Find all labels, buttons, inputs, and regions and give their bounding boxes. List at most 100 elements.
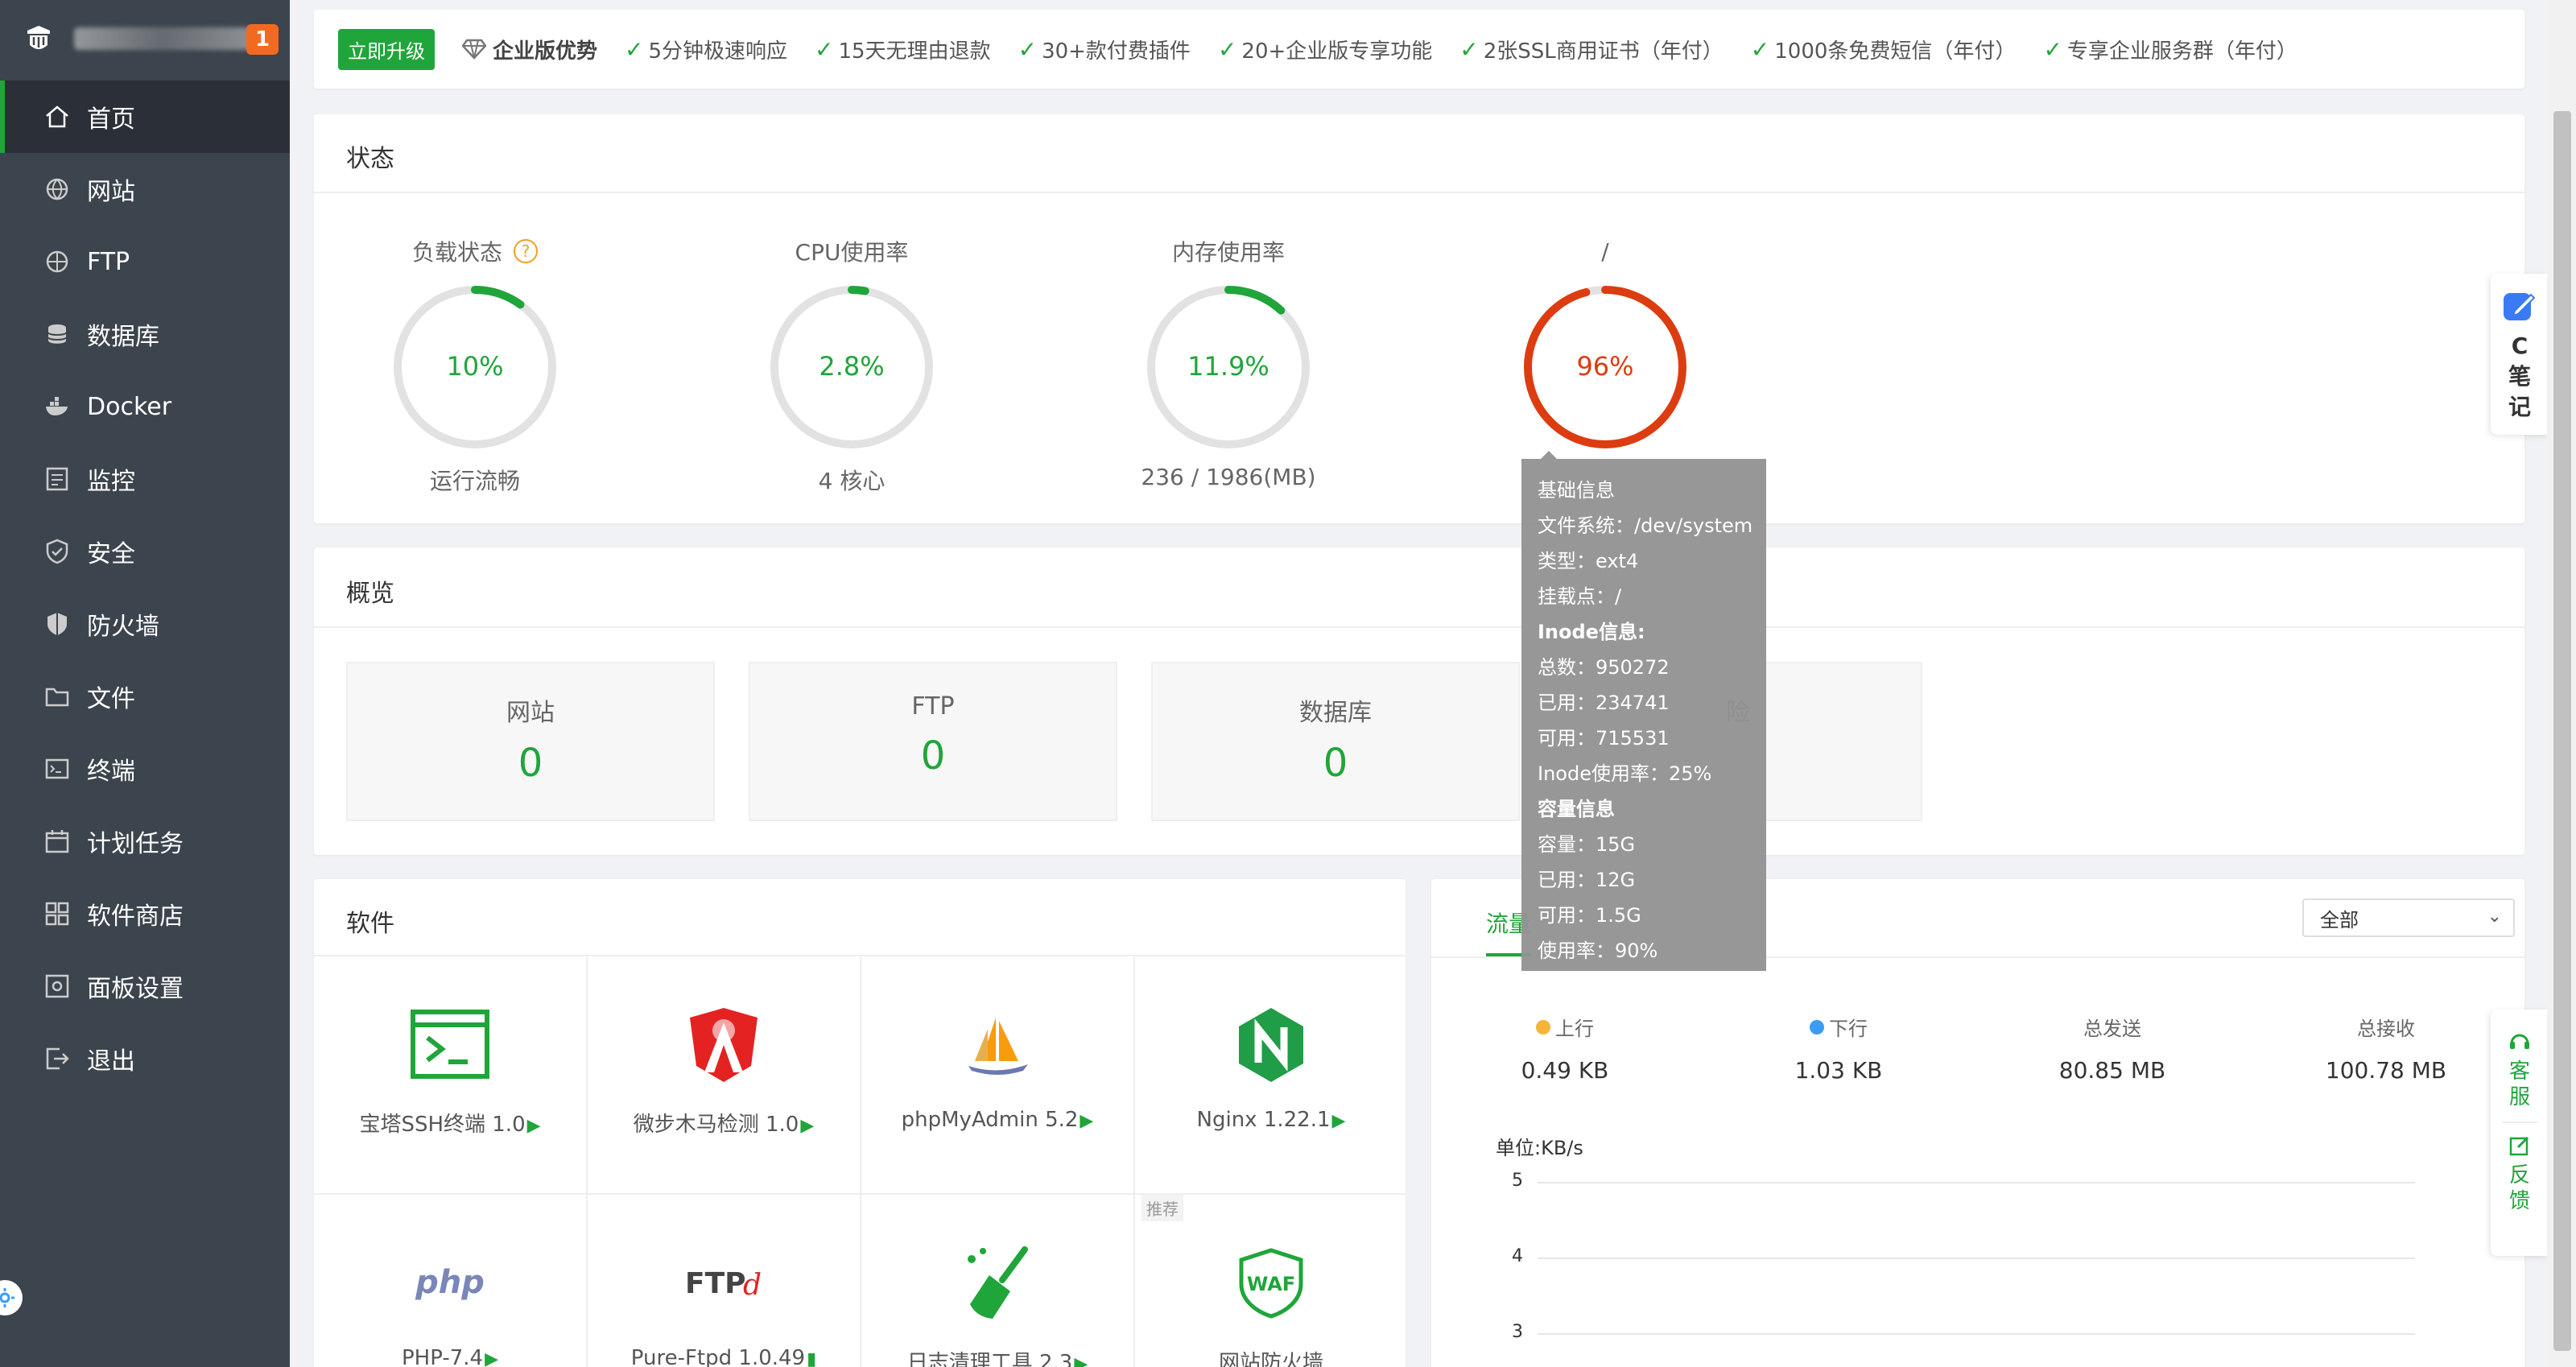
notification-badge[interactable]: 1	[246, 24, 279, 55]
nginx-icon	[1231, 1005, 1311, 1085]
gauge-ring: 10%	[394, 286, 556, 448]
feature-label: 专享企业服务群（年付）	[2066, 39, 2297, 64]
sidebar-item-9[interactable]: 终端	[0, 733, 290, 805]
overview-box[interactable]: FTP 0	[749, 662, 1117, 821]
overview-box[interactable]: 网站 0	[346, 662, 715, 821]
overview-value: 0	[1323, 741, 1348, 786]
sidebar-item-label: 退出	[87, 1047, 135, 1076]
software-item[interactable]: 宝塔SSH终端 1.0▶	[314, 956, 588, 1195]
sidebar-item-4[interactable]: Docker	[0, 370, 290, 443]
sidebar-item-2[interactable]: FTP	[0, 225, 290, 298]
note-label-1: 笔	[2508, 363, 2531, 390]
svg-text:FTP: FTP	[685, 1267, 746, 1300]
software-item[interactable]: FTP d Pure-Ftpd 1.0.49▮	[588, 1195, 861, 1367]
help-icon[interactable]: ?	[514, 239, 538, 263]
customer-service-button[interactable]: 客 服	[2491, 1010, 2549, 1110]
feature-item: ✓ 2张SSL商用证书（年付）	[1459, 35, 1724, 64]
tooltip-line: 容量信息	[1538, 797, 1615, 820]
trojan-detect-icon	[683, 1005, 764, 1085]
sidebar-item-label: 监控	[87, 468, 135, 496]
interface-select[interactable]: 全部 ⌄	[2302, 898, 2515, 937]
gauge-3[interactable]: / 96%	[1484, 235, 1726, 464]
software-name: 网站防火墙	[1218, 1351, 1323, 1367]
gauge-value: 11.9%	[1187, 351, 1269, 382]
sidebar-item-label: Docker	[87, 392, 172, 421]
sidebar-item-11[interactable]: 软件商店	[0, 878, 290, 950]
ftp-icon	[43, 248, 71, 275]
software-item[interactable]: 日志清理工具 2.3▶	[861, 1195, 1135, 1367]
traffic-stat: 总接收 100.78 MB	[2265, 1013, 2507, 1084]
sidebar-item-1[interactable]: 网站	[0, 153, 290, 225]
gauge-0[interactable]: 负载状态? 10% 运行流畅	[354, 235, 596, 496]
play-icon[interactable]: ▶	[1332, 1111, 1346, 1131]
gauge-2[interactable]: 内存使用率 11.9% 236 / 1986(MB)	[1108, 235, 1349, 490]
feature-label: 2张SSL商用证书（年付）	[1483, 39, 1724, 64]
sidebar-item-label: 计划任务	[87, 830, 184, 858]
note-widget[interactable]: C 笔 记	[2491, 274, 2549, 435]
firewall-icon	[43, 610, 71, 638]
software-item[interactable]: Nginx 1.22.1▶	[1135, 956, 1406, 1195]
page-scrollbar[interactable]	[2547, 0, 2576, 1367]
play-icon[interactable]: ▶	[800, 1116, 814, 1136]
sidebar-item-3[interactable]: 数据库	[0, 298, 290, 370]
svg-text:WAF: WAF	[1247, 1273, 1295, 1295]
software-item[interactable]: php PHP-7.4▶	[314, 1195, 588, 1367]
sidebar-item-12[interactable]: 面板设置	[0, 950, 290, 1022]
sidebar-item-10[interactable]: 计划任务	[0, 805, 290, 878]
sidebar-item-label: 网站	[87, 178, 135, 206]
gauge-title: /	[1601, 237, 1609, 265]
sidebar-item-5[interactable]: 监控	[0, 443, 290, 515]
gauge-title: CPU使用率	[795, 239, 909, 266]
feature-list: ✓ 5分钟极速响应 ✓ 15天无理由退款 ✓ 30+款付费插件 ✓ 20+企业版专享功能 ✓ 2张…	[597, 35, 2297, 64]
sidebar-item-7[interactable]: 防火墙	[0, 588, 290, 660]
theme-toggle-icon[interactable]	[0, 1280, 23, 1315]
chart-gridline	[1538, 1258, 2415, 1259]
play-icon[interactable]: ▶	[527, 1116, 541, 1136]
upgrade-button[interactable]: 立即升级	[338, 28, 435, 70]
software-name: 日志清理工具 2.3	[906, 1351, 1073, 1367]
overview-box[interactable]: 数据库 0	[1151, 662, 1520, 821]
feature-item: ✓ 30+款付费插件	[1018, 35, 1191, 64]
play-icon[interactable]: ▶	[1074, 1354, 1088, 1367]
settings-icon	[43, 973, 71, 1000]
overview-label: FTP	[911, 692, 955, 721]
tooltip-line: Inode信息:	[1538, 620, 1645, 643]
monitor-icon	[43, 465, 71, 493]
feature-item: ✓ 20+企业版专享功能	[1218, 35, 1432, 64]
service-label-2: 服	[2508, 1085, 2530, 1109]
feature-label: 5分钟极速响应	[648, 39, 788, 64]
sidebar-item-6[interactable]: 安全	[0, 515, 290, 588]
tooltip-line: 总数：950272	[1538, 655, 1670, 679]
traffic-stat-value: 1.03 KB	[1794, 1057, 1883, 1084]
scrollbar-thumb[interactable]	[2553, 111, 2571, 1351]
sidebar-item-label: 文件	[87, 685, 135, 713]
ftpd-icon: FTP d	[683, 1243, 764, 1324]
sidebar-item-8[interactable]: 文件	[0, 660, 290, 733]
play-icon[interactable]: ▶	[1080, 1111, 1093, 1131]
play-icon[interactable]: ▶	[485, 1349, 498, 1367]
feature-label: 1000条免费短信（年付）	[1774, 39, 2017, 64]
ssh-terminal-icon	[410, 1005, 490, 1085]
traffic-stat: 下行 1.03 KB	[1718, 1013, 1959, 1084]
legend-dot-icon	[1536, 1019, 1550, 1035]
software-item[interactable]: phpMyAdmin 5.2▶	[861, 956, 1135, 1195]
overview-title: 概览	[346, 580, 394, 608]
gauge-ring: 11.9%	[1147, 286, 1310, 448]
gauge-1[interactable]: CPU使用率 2.8% 4 核心	[731, 235, 972, 496]
phpmyadmin-icon	[957, 1005, 1038, 1085]
software-item[interactable]: 推荐 WAF 网站防火墙	[1135, 1195, 1406, 1367]
play-icon[interactable]: ▮	[807, 1349, 816, 1367]
chart-gridline	[1538, 1182, 2415, 1183]
software-panel: 软件 宝塔SSH终端 1.0▶ 微步木马检测 1.0▶ phpMyAdmin 5.2…	[314, 879, 1406, 1367]
tooltip-line: 容量：15G	[1538, 832, 1636, 856]
sidebar-item-13[interactable]: 退出	[0, 1022, 290, 1095]
enterprise-advantage[interactable]: 企业版优势	[462, 35, 597, 64]
software-item[interactable]: 微步木马检测 1.0▶	[588, 956, 861, 1195]
sidebar-item-0[interactable]: 首页	[0, 81, 290, 153]
gauge-ring: 96%	[1524, 286, 1686, 448]
feedback-button[interactable]: 反 馈	[2491, 1134, 2549, 1214]
overview-label: 网站	[506, 699, 555, 727]
traffic-stat-value: 0.49 KB	[1521, 1057, 1609, 1084]
docker-icon	[43, 393, 71, 420]
software-name: 微步木马检测 1.0	[633, 1113, 799, 1137]
